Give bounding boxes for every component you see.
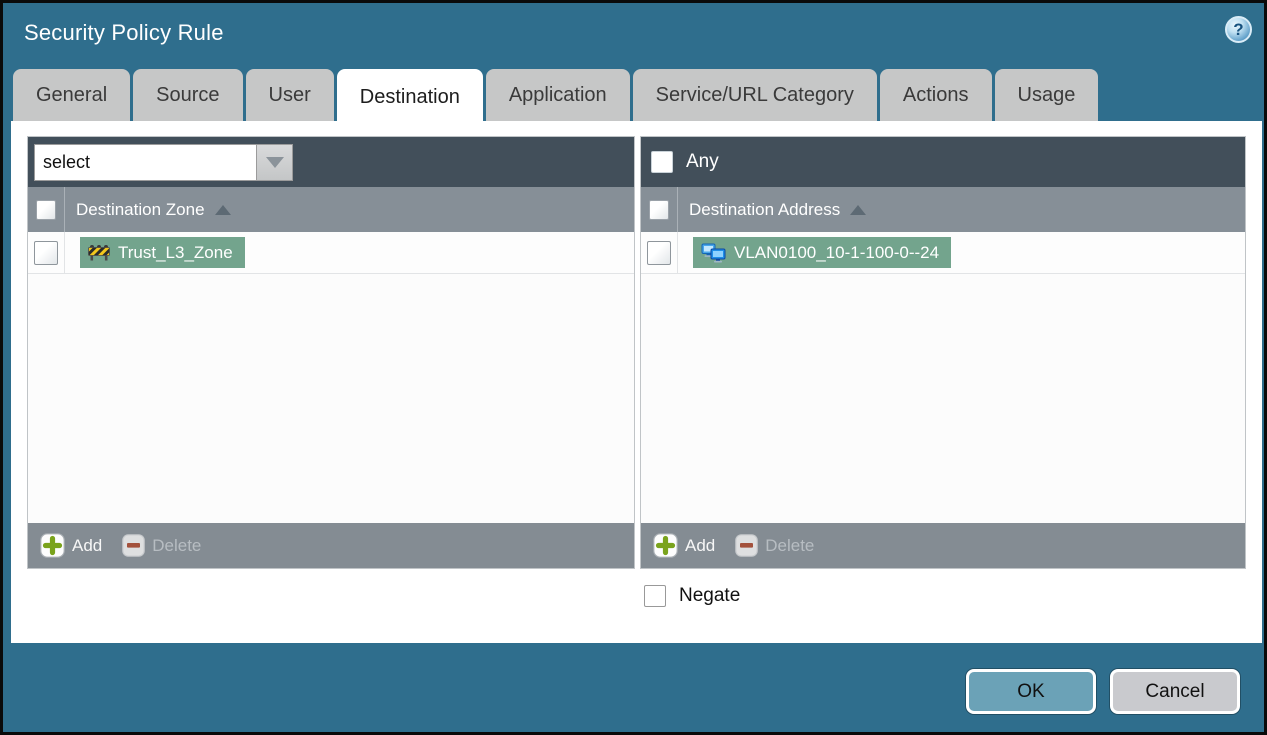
sort-ascending-icon bbox=[214, 204, 231, 215]
tab-actions[interactable]: Actions bbox=[879, 69, 992, 121]
zone-select-all-checkbox[interactable] bbox=[36, 199, 56, 220]
table-row: Trust_L3_Zone bbox=[28, 232, 634, 274]
address-table-body: VLAN0100_10-1-100-0--24 bbox=[641, 232, 1245, 523]
tab-usage[interactable]: Usage bbox=[994, 69, 1099, 121]
zone-icon bbox=[88, 245, 110, 261]
zone-column-header[interactable]: Destination Zone bbox=[28, 187, 634, 232]
add-icon bbox=[653, 533, 678, 558]
zone-table-body: Trust_L3_Zone bbox=[28, 232, 634, 523]
address-toolbar: Any bbox=[641, 137, 1245, 187]
zone-column-label: Destination Zone bbox=[76, 199, 205, 219]
address-column-header[interactable]: Destination Address bbox=[641, 187, 1245, 232]
content-area: Destination Zone Trust_L3_Zone bbox=[11, 121, 1262, 643]
tab-destination[interactable]: Destination bbox=[336, 69, 483, 125]
delete-label: Delete bbox=[152, 535, 202, 555]
delete-icon bbox=[122, 534, 146, 557]
sort-ascending-icon bbox=[850, 204, 867, 215]
zone-add-button[interactable]: Add bbox=[40, 533, 102, 558]
tab-source[interactable]: Source bbox=[133, 69, 243, 121]
any-label: Any bbox=[686, 151, 719, 172]
any-checkbox[interactable] bbox=[651, 151, 673, 173]
delete-icon bbox=[735, 534, 759, 557]
add-icon bbox=[40, 533, 65, 558]
negate-checkbox[interactable] bbox=[644, 585, 666, 607]
title-bar: Security Policy Rule ? bbox=[3, 3, 1264, 66]
cancel-button[interactable]: Cancel bbox=[1110, 669, 1240, 714]
address-footer: Add Delete bbox=[641, 523, 1245, 568]
dialog-title: Security Policy Rule bbox=[24, 20, 224, 45]
add-label: Add bbox=[685, 535, 716, 555]
negate-row: Negate bbox=[644, 585, 740, 607]
tab-bar: General Source User Destination Application S… bbox=[13, 69, 1099, 125]
address-select-all-checkbox[interactable] bbox=[649, 199, 669, 220]
tab-service-url-category[interactable]: Service/URL Category bbox=[632, 69, 877, 121]
chevron-down-icon bbox=[265, 156, 284, 168]
tab-general[interactable]: General bbox=[13, 69, 131, 121]
zone-filter-dropdown-button[interactable] bbox=[256, 143, 293, 181]
address-icon bbox=[701, 243, 726, 262]
row-checkbox[interactable] bbox=[34, 240, 58, 265]
ok-button[interactable]: OK bbox=[966, 669, 1096, 714]
destination-address-panel: Any Destination Address VLAN0100_10-1-10… bbox=[640, 136, 1246, 569]
help-icon[interactable]: ? bbox=[1225, 16, 1252, 43]
row-label: VLAN0100_10-1-100-0--24 bbox=[734, 242, 940, 262]
tab-user[interactable]: User bbox=[245, 69, 334, 121]
address-column-label: Destination Address bbox=[689, 199, 841, 219]
negate-label: Negate bbox=[679, 585, 741, 606]
address-delete-button[interactable]: Delete bbox=[735, 534, 814, 557]
zone-delete-button[interactable]: Delete bbox=[122, 534, 201, 557]
tab-application[interactable]: Application bbox=[485, 69, 630, 121]
security-policy-rule-dialog: Security Policy Rule ? General Source User… bbox=[0, 0, 1267, 735]
row-label: Trust_L3_Zone bbox=[118, 242, 233, 262]
zone-filter-input[interactable] bbox=[34, 143, 256, 181]
address-add-button[interactable]: Add bbox=[653, 533, 715, 558]
zone-footer: Add Delete bbox=[28, 523, 634, 568]
delete-label: Delete bbox=[765, 535, 815, 555]
zone-chip[interactable]: Trust_L3_Zone bbox=[80, 237, 245, 268]
table-row: VLAN0100_10-1-100-0--24 bbox=[641, 232, 1245, 274]
destination-zone-panel: Destination Zone Trust_L3_Zone bbox=[27, 136, 635, 569]
address-chip[interactable]: VLAN0100_10-1-100-0--24 bbox=[693, 237, 952, 268]
add-label: Add bbox=[72, 535, 103, 555]
zone-toolbar bbox=[28, 137, 634, 187]
row-checkbox[interactable] bbox=[647, 240, 671, 265]
